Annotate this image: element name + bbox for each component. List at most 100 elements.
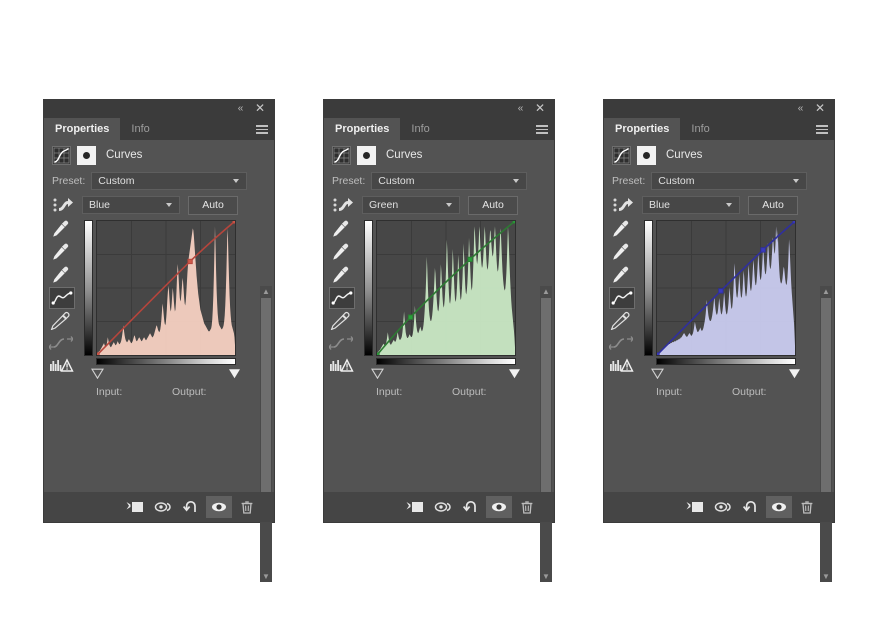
delete-adjustment-icon[interactable] bbox=[794, 496, 820, 518]
pencil-tool-icon[interactable] bbox=[329, 310, 355, 332]
tab-properties[interactable]: Properties bbox=[324, 118, 401, 140]
toggle-visibility-icon[interactable] bbox=[486, 496, 512, 518]
black-point-eyedropper-icon[interactable] bbox=[49, 264, 75, 286]
pencil-tool-icon[interactable] bbox=[609, 310, 635, 332]
toggle-visibility-icon[interactable] bbox=[206, 496, 232, 518]
auto-button[interactable]: Auto bbox=[188, 195, 238, 215]
double-chevron-left-icon[interactable]: « bbox=[514, 103, 526, 115]
curve-control-point-2[interactable] bbox=[232, 221, 235, 224]
tab-info[interactable]: Info bbox=[400, 118, 441, 140]
curve-control-point-3[interactable] bbox=[792, 221, 795, 224]
close-icon[interactable]: ✕ bbox=[534, 102, 546, 114]
black-point-slider[interactable] bbox=[91, 366, 104, 380]
scroll-down-arrow-icon[interactable]: ▼ bbox=[540, 571, 552, 582]
preset-select[interactable]: Custom bbox=[651, 172, 808, 190]
hamburger-menu-icon[interactable] bbox=[816, 125, 828, 134]
scroll-up-arrow-icon[interactable]: ▲ bbox=[260, 286, 272, 297]
layer-mask-icon[interactable] bbox=[77, 145, 96, 165]
tab-properties[interactable]: Properties bbox=[604, 118, 681, 140]
on-image-adjust-icon[interactable] bbox=[612, 197, 634, 213]
smooth-curve-icon[interactable] bbox=[608, 333, 635, 355]
delete-adjustment-icon[interactable] bbox=[234, 496, 260, 518]
panel-scrollbar[interactable]: ▲ ▼ bbox=[540, 286, 552, 582]
curves-adjustment-icon[interactable] bbox=[612, 145, 631, 165]
gray-point-eyedropper-icon[interactable] bbox=[609, 241, 635, 263]
curves-adjustment-icon[interactable] bbox=[52, 145, 71, 165]
curves-adjustment-icon[interactable] bbox=[332, 145, 351, 165]
curves-graph[interactable] bbox=[84, 220, 244, 380]
channel-select[interactable]: Blue bbox=[642, 196, 740, 214]
smooth-curve-icon[interactable] bbox=[328, 333, 355, 355]
white-point-eyedropper-icon[interactable] bbox=[329, 218, 355, 240]
preset-select[interactable]: Custom bbox=[371, 172, 528, 190]
white-point-slider[interactable] bbox=[508, 366, 521, 379]
tab-info[interactable]: Info bbox=[680, 118, 721, 140]
gray-point-eyedropper-icon[interactable] bbox=[49, 241, 75, 263]
smooth-curve-icon[interactable] bbox=[48, 333, 75, 355]
curve-plot-area[interactable] bbox=[376, 220, 516, 356]
tab-properties[interactable]: Properties bbox=[44, 118, 121, 140]
hamburger-menu-icon[interactable] bbox=[536, 125, 548, 134]
view-previous-state-icon[interactable] bbox=[430, 496, 456, 518]
black-point-slider[interactable] bbox=[651, 366, 664, 380]
auto-button[interactable]: Auto bbox=[748, 195, 798, 215]
white-point-eyedropper-icon[interactable] bbox=[49, 218, 75, 240]
channel-select[interactable]: Green bbox=[362, 196, 460, 214]
channel-select[interactable]: Blue bbox=[82, 196, 180, 214]
curve-control-point-1[interactable] bbox=[718, 288, 724, 294]
gray-point-eyedropper-icon[interactable] bbox=[329, 241, 355, 263]
curves-graph[interactable] bbox=[364, 220, 524, 380]
curves-graph[interactable] bbox=[644, 220, 804, 380]
curve-point-tool-icon[interactable] bbox=[49, 287, 75, 309]
black-point-slider[interactable] bbox=[371, 366, 384, 380]
auto-button[interactable]: Auto bbox=[468, 195, 518, 215]
curve-plot-area[interactable] bbox=[656, 220, 796, 356]
black-point-eyedropper-icon[interactable] bbox=[609, 264, 635, 286]
white-point-slider[interactable] bbox=[228, 366, 241, 379]
curve-control-point-2[interactable] bbox=[760, 247, 766, 253]
curve-control-point-1[interactable] bbox=[407, 314, 414, 320]
close-icon[interactable]: ✕ bbox=[814, 102, 826, 114]
white-point-eyedropper-icon[interactable] bbox=[609, 218, 635, 240]
view-previous-state-icon[interactable] bbox=[150, 496, 176, 518]
scroll-down-arrow-icon[interactable]: ▼ bbox=[260, 571, 272, 582]
double-chevron-left-icon[interactable]: « bbox=[234, 103, 246, 115]
clip-to-layer-icon[interactable] bbox=[402, 496, 428, 518]
curve-control-point-0[interactable] bbox=[657, 352, 660, 355]
scroll-up-arrow-icon[interactable]: ▲ bbox=[540, 286, 552, 297]
histogram-warning-icon[interactable] bbox=[329, 356, 355, 378]
double-chevron-left-icon[interactable]: « bbox=[794, 103, 806, 115]
black-point-eyedropper-icon[interactable] bbox=[329, 264, 355, 286]
reset-adjustment-icon[interactable] bbox=[178, 496, 204, 518]
curve-control-point-1[interactable] bbox=[187, 258, 193, 265]
close-icon[interactable]: ✕ bbox=[254, 102, 266, 114]
scroll-up-arrow-icon[interactable]: ▲ bbox=[820, 286, 832, 297]
curve-control-point-3[interactable] bbox=[512, 221, 515, 224]
curve-plot-area[interactable] bbox=[96, 220, 236, 356]
pencil-tool-icon[interactable] bbox=[49, 310, 75, 332]
reset-adjustment-icon[interactable] bbox=[458, 496, 484, 518]
on-image-adjust-icon[interactable] bbox=[332, 197, 354, 213]
curve-point-tool-icon[interactable] bbox=[329, 287, 355, 309]
curve-control-point-0[interactable] bbox=[377, 352, 380, 355]
panel-scrollbar[interactable]: ▲ ▼ bbox=[820, 286, 832, 582]
layer-mask-icon[interactable] bbox=[357, 145, 376, 165]
view-previous-state-icon[interactable] bbox=[710, 496, 736, 518]
panel-scrollbar[interactable]: ▲ ▼ bbox=[260, 286, 272, 582]
tab-info[interactable]: Info bbox=[120, 118, 161, 140]
curve-control-point-0[interactable] bbox=[97, 352, 100, 355]
preset-select[interactable]: Custom bbox=[91, 172, 248, 190]
histogram-warning-icon[interactable] bbox=[49, 356, 75, 378]
on-image-adjust-icon[interactable] bbox=[52, 197, 74, 213]
scroll-down-arrow-icon[interactable]: ▼ bbox=[820, 571, 832, 582]
clip-to-layer-icon[interactable] bbox=[682, 496, 708, 518]
curve-control-point-2[interactable] bbox=[467, 256, 473, 263]
hamburger-menu-icon[interactable] bbox=[256, 125, 268, 134]
scrollbar-thumb[interactable] bbox=[261, 298, 271, 510]
layer-mask-icon[interactable] bbox=[637, 145, 656, 165]
histogram-warning-icon[interactable] bbox=[609, 356, 635, 378]
curve-point-tool-icon[interactable] bbox=[609, 287, 635, 309]
reset-adjustment-icon[interactable] bbox=[738, 496, 764, 518]
scrollbar-thumb[interactable] bbox=[821, 298, 831, 510]
delete-adjustment-icon[interactable] bbox=[514, 496, 540, 518]
